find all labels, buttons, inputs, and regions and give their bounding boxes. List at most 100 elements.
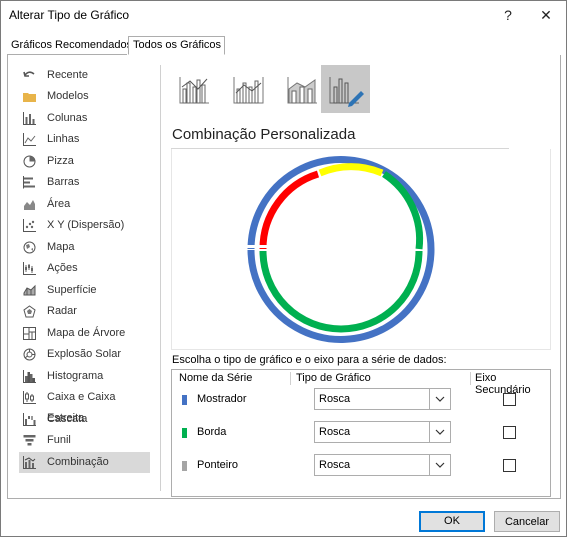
sidebar-item-combinacao[interactable]: Combinação	[19, 452, 150, 473]
series-color-swatch	[182, 428, 187, 438]
surface-chart-icon	[23, 284, 36, 296]
sidebar-item-label: Pizza	[47, 155, 74, 167]
doughnut-preview-chart	[247, 156, 435, 343]
radar-chart-icon	[23, 305, 36, 318]
sidebar-item-label: Linhas	[47, 133, 80, 145]
histogram-chart-icon	[23, 370, 36, 383]
stock-chart-icon	[23, 262, 36, 275]
sidebar-item-explosao-solar[interactable]: Explosão Solar	[19, 344, 150, 365]
chart-type-value: Rosca	[319, 426, 351, 438]
column-separator	[470, 372, 471, 385]
scatter-chart-icon	[23, 219, 36, 232]
chevron-down-icon[interactable]	[429, 422, 450, 442]
sidebar-item-label: Modelos	[47, 90, 89, 102]
column-header-chart-type: Tipo de Gráfico	[296, 372, 371, 384]
series-name: Borda	[197, 426, 227, 438]
sidebar-item-recente[interactable]: Recente	[19, 65, 150, 86]
title-bar: Alterar Tipo de Gráfico ? ✕	[1, 1, 566, 29]
custom-combination-icon	[329, 77, 364, 107]
sidebar-item-caixa-e-caixa-estreita[interactable]: Caixa e Caixa Estreita	[19, 387, 150, 424]
sidebar-item-label: Histograma	[47, 370, 104, 382]
column-header-series-name: Nome da Série	[179, 372, 253, 384]
combo-subtype-column-line-secondary[interactable]	[225, 65, 274, 113]
ok-button[interactable]: OK	[419, 511, 485, 532]
map-chart-icon	[23, 241, 36, 254]
series-name: Mostrador	[197, 393, 247, 405]
series-row-borda: Borda Rosca	[172, 421, 550, 445]
series-name: Ponteiro	[197, 459, 238, 471]
chevron-down-icon[interactable]	[429, 455, 450, 475]
sidebar-item-dispersao[interactable]: X Y (Dispersão)	[19, 215, 150, 236]
treemap-chart-icon	[23, 327, 36, 340]
secondary-axis-checkbox[interactable]	[503, 426, 516, 439]
series-row-ponteiro: Ponteiro Rosca	[172, 454, 550, 478]
sidebar-item-mapa-de-arvore[interactable]: Mapa de Árvore	[19, 323, 150, 344]
sidebar-item-cascata[interactable]: Cascata	[19, 409, 150, 430]
chevron-down-icon[interactable]	[429, 389, 450, 409]
series-config-table: Nome da Série Tipo de Gráfico Eixo Secun…	[171, 369, 551, 497]
change-chart-type-dialog: Alterar Tipo de Gráfico ? ✕ Gráficos Rec…	[0, 0, 567, 537]
cancel-button[interactable]: Cancelar	[494, 511, 560, 532]
sidebar-item-radar[interactable]: Radar	[19, 301, 150, 322]
sidebar-item-label: Recente	[47, 69, 88, 81]
sidebar-item-label: Explosão Solar	[47, 348, 121, 360]
sidebar-item-label: Superfície	[47, 284, 97, 296]
combo-subtype-clustered-column-line[interactable]	[171, 65, 220, 113]
sidebar-item-superficie[interactable]: Superfície	[19, 280, 150, 301]
chart-type-select[interactable]: Rosca	[314, 421, 451, 443]
series-ring-mostrador	[247, 156, 435, 343]
sunburst-chart-icon	[23, 348, 36, 361]
waterfall-chart-icon	[23, 413, 36, 426]
section-title: Combinação Personalizada	[172, 126, 356, 143]
chart-preview	[171, 149, 551, 350]
preview-gap	[247, 245, 269, 248]
sidebar-item-label: Mapa de Árvore	[47, 327, 126, 339]
clustered-column-line-secondary-icon	[233, 77, 264, 104]
ring-segment-red	[259, 170, 320, 250]
sidebar-item-mapa[interactable]: Mapa	[19, 237, 150, 258]
line-chart-icon	[23, 133, 36, 146]
sidebar-item-histograma[interactable]: Histograma	[19, 366, 150, 387]
box-whisker-chart-icon	[23, 391, 36, 404]
chart-type-select[interactable]: Rosca	[314, 388, 451, 410]
close-button[interactable]: ✕	[531, 3, 561, 27]
tab-recommended-charts[interactable]: Gráficos Recomendados	[7, 37, 132, 55]
sidebar-item-acoes[interactable]: Ações	[19, 258, 150, 279]
dialog-title: Alterar Tipo de Gráfico	[9, 8, 130, 22]
ring-segment-green-right	[382, 171, 424, 250]
sidebar-item-funil[interactable]: Funil	[19, 430, 150, 451]
sidebar-item-label: Radar	[47, 305, 77, 317]
column-chart-icon	[23, 112, 36, 125]
secondary-axis-checkbox[interactable]	[503, 459, 516, 472]
series-color-swatch	[182, 395, 187, 405]
sidebar-divider	[160, 65, 161, 491]
undo-arrow-icon	[23, 71, 35, 77]
bar-chart-icon	[23, 176, 35, 189]
sidebar-item-pizza[interactable]: Pizza	[19, 151, 150, 172]
sidebar-item-label: Cascata	[47, 413, 88, 425]
sidebar-item-colunas[interactable]: Colunas	[19, 108, 150, 129]
chart-type-value: Rosca	[319, 393, 351, 405]
folder-icon	[23, 93, 36, 102]
sidebar-item-barras[interactable]: Barras	[19, 172, 150, 193]
sidebar-item-linhas[interactable]: Linhas	[19, 129, 150, 150]
sidebar-item-label: Mapa	[47, 241, 75, 253]
sidebar-item-modelos[interactable]: Modelos	[19, 86, 150, 107]
sidebar-item-label: Combinação	[47, 456, 109, 468]
help-button[interactable]: ?	[493, 3, 523, 27]
sidebar-item-label: Ações	[47, 262, 78, 274]
tab-all-charts[interactable]: Todos os Gráficos	[128, 36, 225, 55]
secondary-axis-checkbox[interactable]	[503, 393, 516, 406]
series-color-swatch	[182, 461, 187, 471]
series-caption: Escolha o tipo de gráfico e o eixo para …	[172, 354, 447, 366]
series-row-mostrador: Mostrador Rosca	[172, 388, 550, 412]
sidebar-item-area[interactable]: Área	[19, 194, 150, 215]
sidebar-item-label: Funil	[47, 434, 71, 446]
ring-segment-yellow	[318, 163, 384, 177]
combo-subtype-custom-combination[interactable]	[321, 65, 370, 113]
combo-chart-icon	[23, 456, 36, 469]
sidebar-item-label: X Y (Dispersão)	[47, 219, 125, 231]
chart-type-value: Rosca	[319, 459, 351, 471]
sidebar-item-label: Barras	[47, 176, 80, 188]
chart-type-select[interactable]: Rosca	[314, 454, 451, 476]
